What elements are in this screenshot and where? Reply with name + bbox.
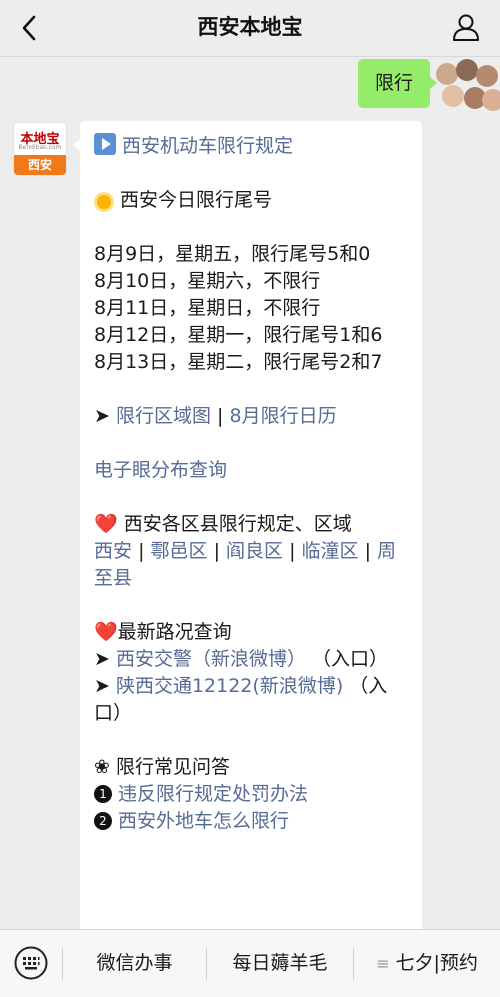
official-account-avatar[interactable]: 本地宝 Bendibao.com 西安 bbox=[14, 123, 66, 175]
map-calendar-line: ➤ 限行区域图 | 8月限行日历 bbox=[94, 403, 414, 430]
traffic-police-link[interactable]: 西安交警（新浪微博） bbox=[116, 648, 306, 670]
today-heading: 西安今日限行尾号 bbox=[120, 189, 273, 211]
faq-link[interactable]: 违反限行规定处罚办法 bbox=[118, 783, 308, 805]
map-link[interactable]: 限行区域图 bbox=[116, 405, 211, 427]
camera-link[interactable]: 电子眼分布查询 bbox=[94, 459, 227, 481]
calendar-link[interactable]: 8月限行日历 bbox=[229, 405, 336, 427]
separator: | bbox=[217, 405, 224, 427]
district-link-xian[interactable]: 西安 bbox=[94, 540, 132, 562]
separator: | bbox=[138, 540, 145, 562]
districts-line: 西安 | 鄠邑区 | 阎良区 | 临潼区 | 周至县 bbox=[94, 538, 414, 592]
schedule-item: 8月10日，星期六，不限行 bbox=[94, 270, 321, 292]
faq-heading-line: ❀ 限行常见问答 bbox=[94, 754, 414, 781]
logo-subtext: Bendibao.com bbox=[18, 144, 62, 151]
play-icon bbox=[94, 133, 116, 155]
number-badge: 1 bbox=[94, 785, 112, 803]
user-avatar[interactable] bbox=[434, 57, 500, 113]
schedule-item: 8月12日，星期一，限行尾号1和6 bbox=[94, 324, 383, 346]
arrow-icon: ➤ bbox=[94, 675, 110, 697]
bot-message-bubble: 西安机动车限行规定 西安今日限行尾号 8月9日，星期五，限行尾号5和0 8月10… bbox=[73, 121, 422, 951]
faq-heading: 限行常见问答 bbox=[115, 756, 230, 778]
schedule-item: 8月9日，星期五，限行尾号5和0 bbox=[94, 243, 371, 265]
traffic-heading: 最新路况查询 bbox=[117, 621, 232, 643]
heart-icon: ❤️ bbox=[94, 621, 118, 643]
arrow-icon: ➤ bbox=[94, 648, 110, 670]
districts-heading: 西安各区县限行规定、区域 bbox=[123, 513, 352, 535]
menu-item-wechat-services[interactable]: 微信办事 bbox=[63, 930, 206, 997]
separator: | bbox=[364, 540, 372, 562]
faq-item: 1 违反限行规定处罚办法 bbox=[94, 781, 414, 808]
menu-item-label: 七夕|预约 bbox=[395, 952, 478, 974]
today-heading-line: 西安今日限行尾号 bbox=[94, 187, 414, 214]
faq-item: 2 西安外地车怎么限行 bbox=[94, 808, 414, 835]
rules-link[interactable]: 西安机动车限行规定 bbox=[122, 135, 293, 157]
separator: | bbox=[213, 540, 220, 562]
menu-list-icon: ≡ bbox=[376, 954, 390, 973]
traffic-12122-link[interactable]: 陕西交通12122(新浪微博) bbox=[116, 675, 343, 697]
schedule-item: 8月13日，星期二，限行尾号2和7 bbox=[94, 351, 383, 373]
faq-link[interactable]: 西安外地车怎么限行 bbox=[118, 810, 289, 832]
traffic-link-line: ➤ 陕西交通12122(新浪微博) （入口） bbox=[94, 673, 414, 727]
arrow-icon: ➤ bbox=[94, 405, 110, 427]
traffic-heading-line: ❤️最新路况查询 bbox=[94, 619, 414, 646]
chat-header: 西安本地宝 bbox=[0, 0, 500, 57]
person-icon[interactable] bbox=[450, 11, 482, 43]
menu-item-daily-deals[interactable]: 每日薅羊毛 bbox=[207, 930, 353, 997]
entry-label: （入口） bbox=[312, 648, 389, 670]
sun-icon bbox=[97, 195, 111, 209]
flower-icon: ❀ bbox=[94, 756, 110, 778]
bottom-menu-bar: 微信办事 每日薅羊毛 ≡ 七夕|预约 bbox=[0, 929, 500, 997]
district-link-huyi[interactable]: 鄠邑区 bbox=[151, 540, 208, 562]
user-message-bubble[interactable]: 限行 bbox=[357, 59, 438, 108]
district-link-lintong[interactable]: 临潼区 bbox=[302, 540, 359, 562]
schedule-item: 8月11日，星期日，不限行 bbox=[94, 297, 321, 319]
number-badge: 2 bbox=[94, 812, 112, 830]
chat-title: 西安本地宝 bbox=[197, 15, 303, 39]
rules-line: 西安机动车限行规定 bbox=[94, 133, 414, 160]
keyboard-icon[interactable] bbox=[14, 946, 48, 980]
districts-heading-line: ❤️ 西安各区县限行规定、区域 bbox=[94, 511, 414, 538]
district-link-yanliang[interactable]: 阎良区 bbox=[226, 540, 283, 562]
logo-city: 西安 bbox=[14, 155, 66, 175]
traffic-link-line: ➤ 西安交警（新浪微博） （入口） bbox=[94, 646, 414, 673]
heart-icon: ❤️ bbox=[94, 513, 118, 535]
separator: | bbox=[289, 540, 296, 562]
menu-item-qixi-booking[interactable]: ≡ 七夕|预约 bbox=[354, 930, 500, 997]
